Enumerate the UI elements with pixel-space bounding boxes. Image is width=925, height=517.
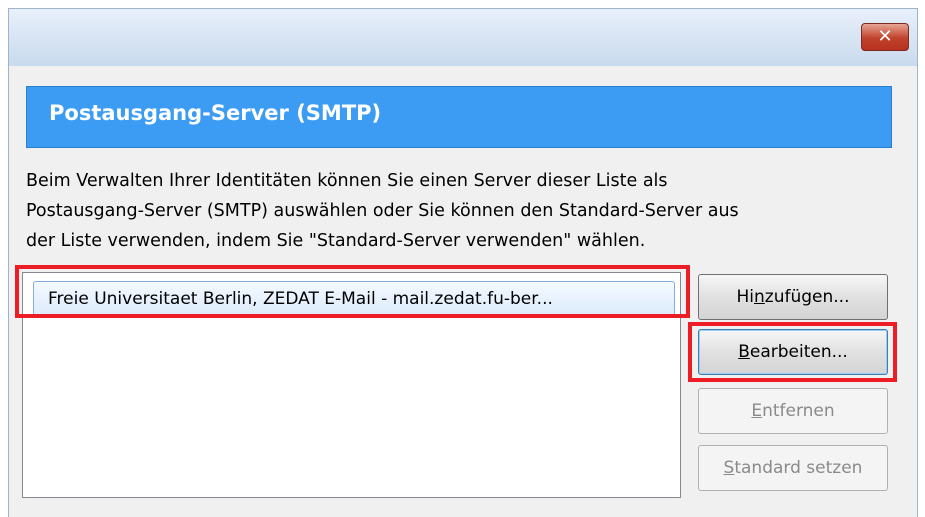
set-default-button[interactable]: Standard setzen bbox=[698, 445, 888, 491]
accelerator-key: S bbox=[723, 458, 735, 478]
accelerator-key: n bbox=[754, 287, 765, 307]
close-button[interactable]: ✕ bbox=[861, 23, 909, 51]
smtp-server-dialog: ✕ Postausgang-Server (SMTP) Beim Verwalt… bbox=[0, 0, 925, 517]
remove-button[interactable]: Entfernen bbox=[698, 388, 888, 434]
description-line-3: der Liste verwenden, indem Sie "Standard… bbox=[26, 231, 646, 251]
smtp-server-list[interactable]: Freie Universitaet Berlin, ZEDAT E-Mail … bbox=[22, 272, 681, 498]
page-title: Postausgang-Server (SMTP) bbox=[49, 101, 382, 125]
accelerator-key: E bbox=[751, 401, 763, 421]
description-line-2: Postausgang-Server (SMTP) auswählen oder… bbox=[26, 201, 739, 221]
dialog-content: Postausgang-Server (SMTP) Beim Verwalten… bbox=[8, 66, 918, 517]
accelerator-key: B bbox=[738, 342, 750, 362]
header-banner: Postausgang-Server (SMTP) bbox=[26, 86, 892, 148]
add-button[interactable]: Hinzufügen... bbox=[698, 274, 888, 320]
description-text: Beim Verwalten Ihrer Identitäten können … bbox=[26, 166, 906, 256]
list-item-server[interactable]: Freie Universitaet Berlin, ZEDAT E-Mail … bbox=[33, 281, 675, 317]
title-bar: ✕ bbox=[8, 8, 918, 66]
close-icon: ✕ bbox=[877, 26, 893, 47]
description-line-1: Beim Verwalten Ihrer Identitäten können … bbox=[26, 171, 668, 191]
edit-button[interactable]: Bearbeiten... bbox=[698, 329, 888, 375]
